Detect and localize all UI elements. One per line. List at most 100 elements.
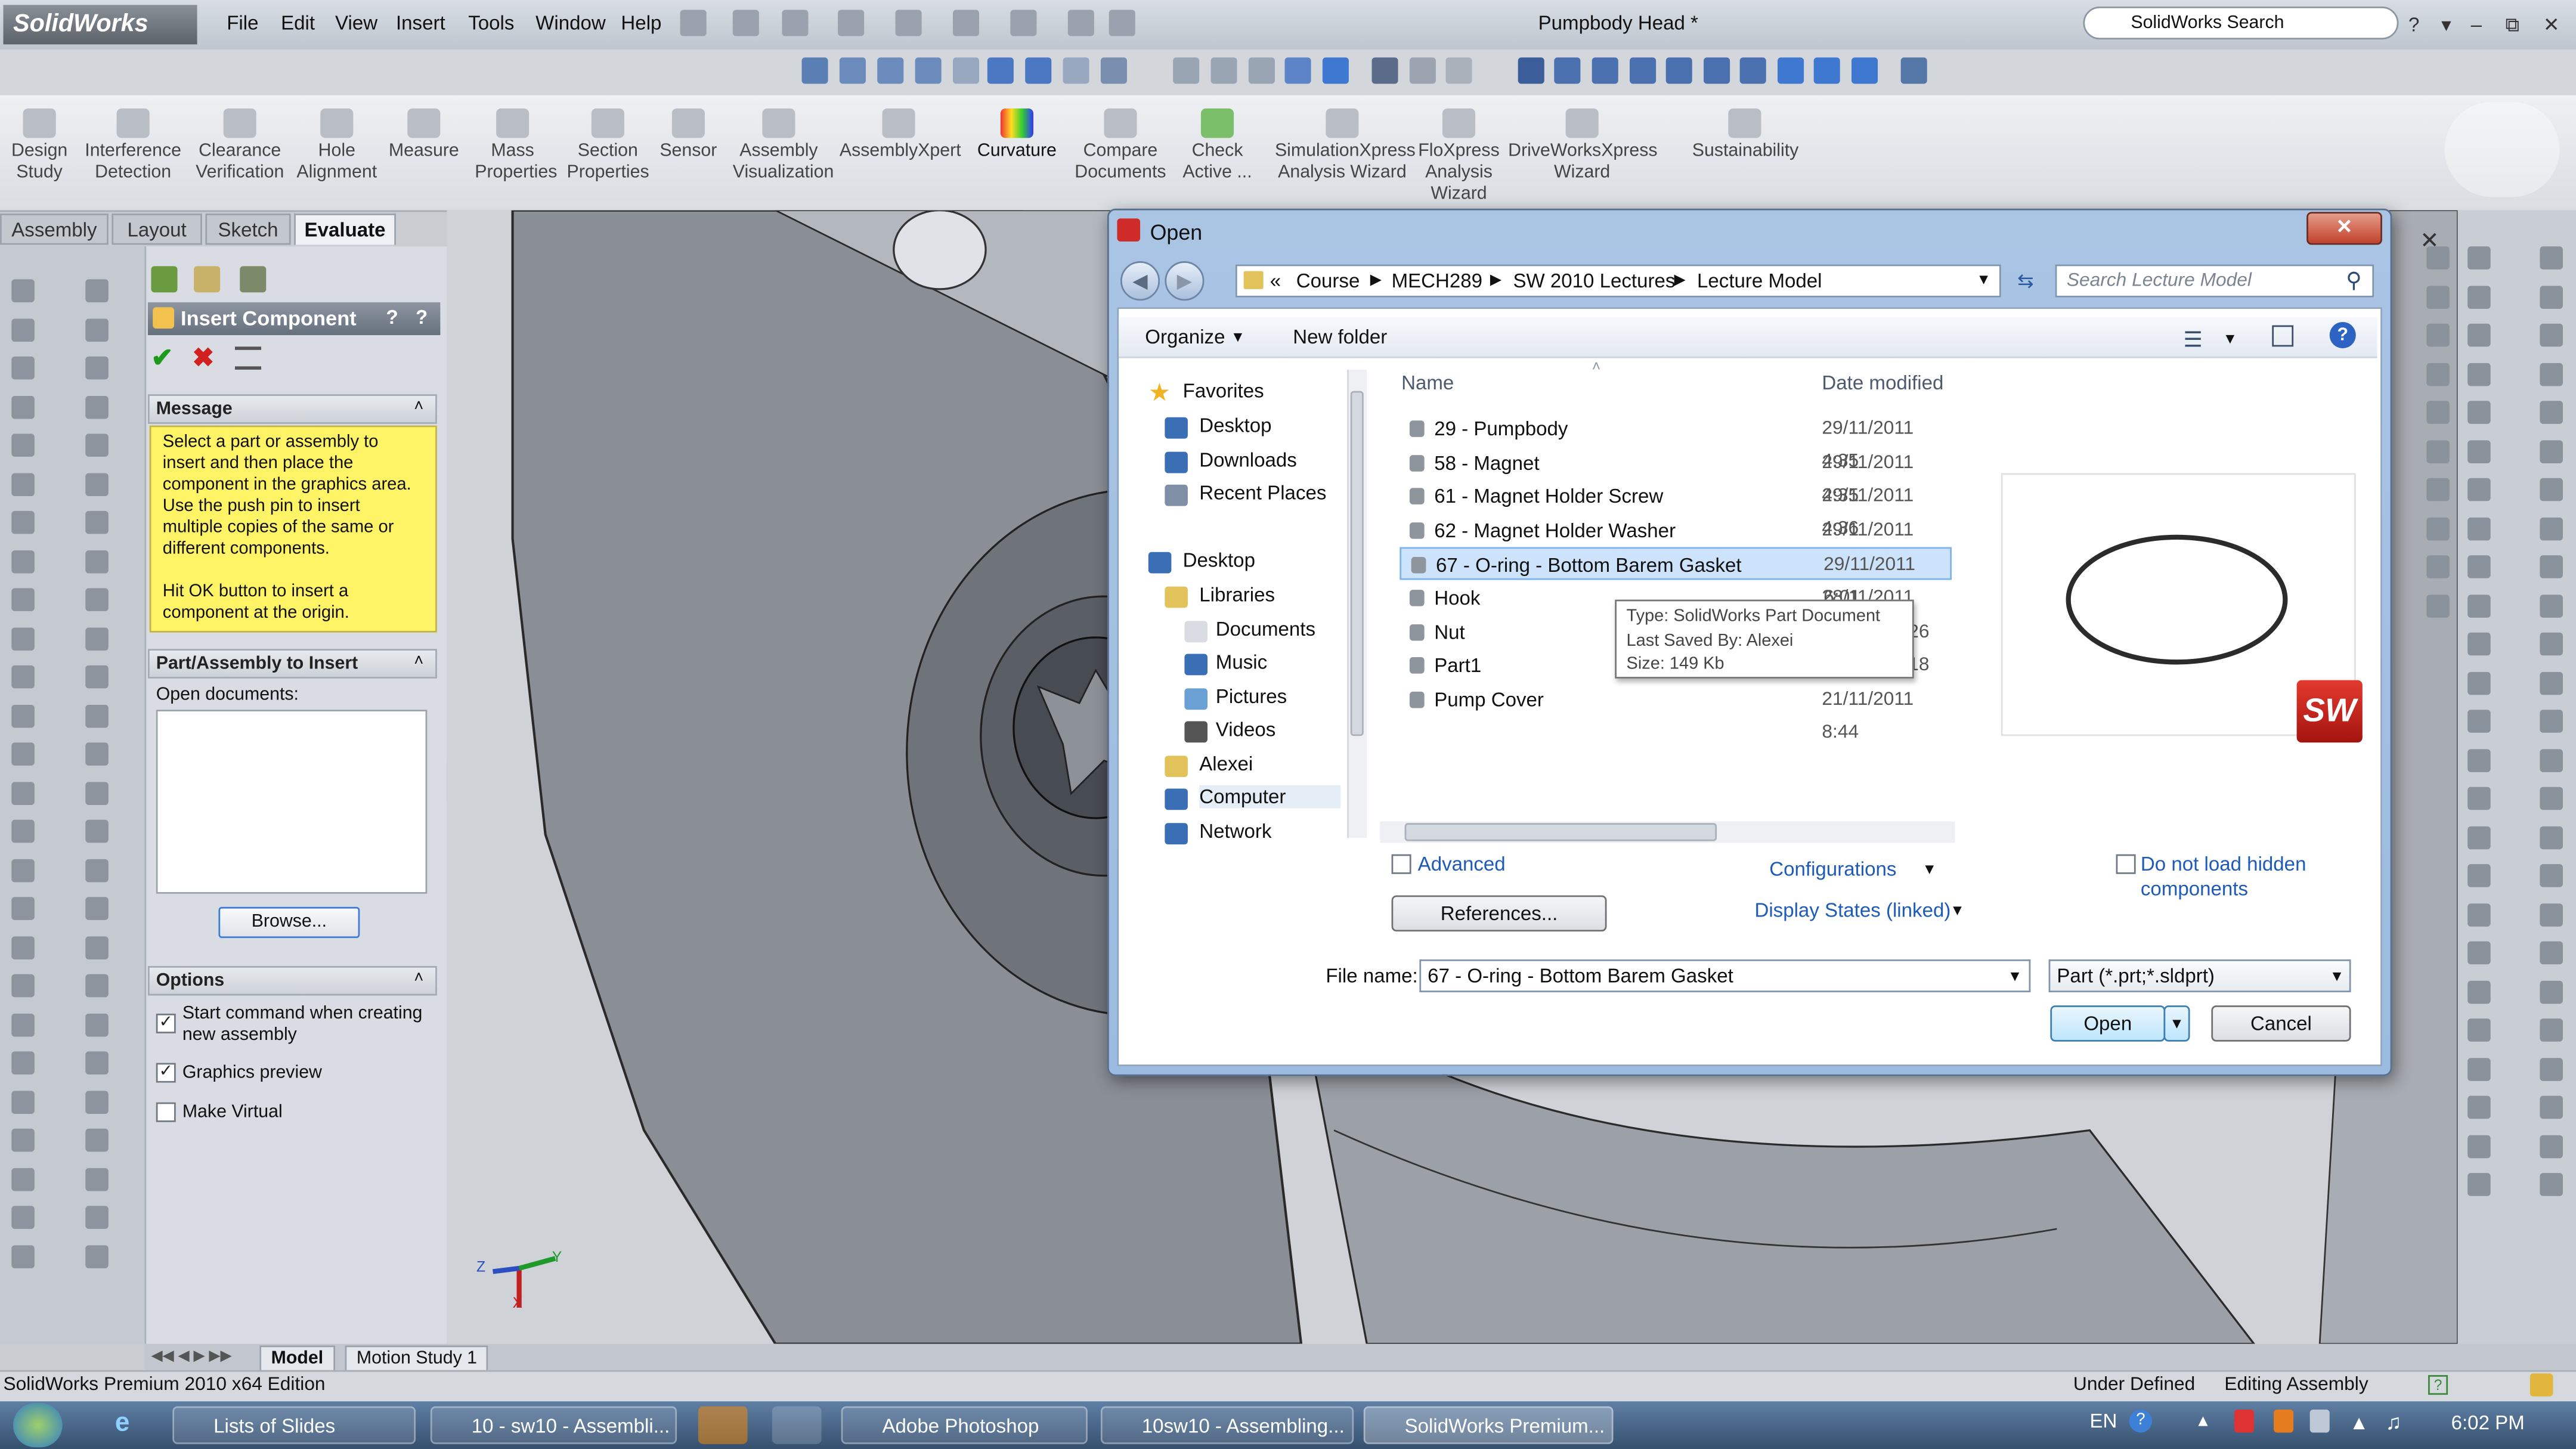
nav-item-desktop[interactable]: Desktop	[1199, 414, 1271, 437]
breadcrumb-course[interactable]: Course	[1296, 270, 1360, 293]
language-indicator[interactable]: EN	[2089, 1410, 2117, 1433]
column-header-name[interactable]: Name	[1401, 371, 1454, 395]
sketch-tool-icon[interactable]	[2467, 632, 2491, 656]
feature-manager-icon[interactable]	[151, 266, 178, 293]
ok-check-icon[interactable]: ✔	[151, 342, 173, 374]
pan-icon[interactable]	[1025, 57, 1052, 84]
new-document-icon[interactable]	[732, 10, 759, 36]
preview-pane-icon[interactable]	[2272, 325, 2294, 347]
tool-icon[interactable]	[11, 665, 35, 689]
minimize-icon[interactable]: –	[2471, 13, 2482, 36]
sketch-tool-icon[interactable]	[2467, 1173, 2491, 1196]
chevron-down-icon[interactable]: ▼	[1922, 861, 1937, 878]
cancel-x-icon[interactable]: ✖	[192, 342, 214, 374]
wireframe-icon[interactable]	[1173, 57, 1200, 84]
breadcrumb-separator-icon[interactable]: ▶	[1674, 271, 1685, 289]
task-pane-icon[interactable]	[2540, 1095, 2563, 1119]
tool-icon[interactable]	[85, 819, 109, 843]
file-row[interactable]: Pump Cover 21/11/2011 8:44	[1400, 683, 1952, 742]
volume-icon[interactable]: ♫	[2385, 1410, 2401, 1434]
assembly-visualization-button[interactable]: Assembly Visualization	[733, 102, 834, 184]
dialog-close-button[interactable]: ✕	[2306, 212, 2382, 245]
tray-app-icon[interactable]	[2274, 1409, 2294, 1433]
undo-icon[interactable]	[952, 10, 980, 36]
floxpress-button[interactable]: FloXpress Analysis Wizard	[1416, 102, 1501, 206]
sketch-tool-icon[interactable]	[2467, 555, 2491, 578]
push-pin-icon[interactable]	[234, 346, 262, 370]
tool-icon[interactable]	[85, 858, 109, 882]
task-pane-icon[interactable]	[2540, 632, 2563, 656]
tab-scroll-arrows-icon[interactable]: ◀◀ ◀ ▶ ▶▶	[151, 1347, 231, 1365]
view-orientation-icon[interactable]	[1100, 57, 1127, 84]
do-not-load-hidden-label[interactable]: Do not load hidden components	[2141, 853, 2338, 902]
breadcrumb-overflow[interactable]: «	[1270, 270, 1281, 293]
left-view-icon[interactable]	[1630, 57, 1657, 84]
task-pane-icon[interactable]	[2540, 516, 2563, 540]
collapse-icon[interactable]: ˄	[414, 398, 423, 416]
show-hidden-icons-icon[interactable]: ▲	[2195, 1413, 2211, 1431]
message-section-header[interactable]: Message	[147, 394, 437, 424]
nav-item-favorites[interactable]: Favorites	[1183, 379, 1264, 402]
zoom-in-out-icon[interactable]	[915, 57, 942, 84]
right-view-icon[interactable]	[1665, 57, 1692, 84]
nav-item-recent-places[interactable]: Recent Places	[1199, 481, 1326, 504]
search-lecture-model-input[interactable]: Search Lecture Model	[2055, 264, 2374, 298]
breadcrumb-separator-icon[interactable]: ▶	[1370, 271, 1382, 289]
dimetric-view-icon[interactable]	[1851, 57, 1878, 84]
chevron-down-icon[interactable]: ▼	[1976, 271, 1991, 288]
network-signal-icon[interactable]: ▲	[2349, 1411, 2369, 1435]
configurations-label[interactable]: Configurations	[1769, 857, 1896, 881]
tab-layout[interactable]: Layout	[112, 213, 202, 245]
normal-to-icon[interactable]	[1518, 57, 1544, 84]
tool-icon[interactable]	[85, 1128, 109, 1152]
zoom-to-fit-icon[interactable]	[839, 57, 866, 84]
task-pane-icon[interactable]	[2426, 285, 2450, 308]
top-view-icon[interactable]	[1704, 57, 1730, 84]
task-pane-icon[interactable]	[2540, 787, 2563, 810]
task-pane-icon[interactable]	[2540, 1134, 2563, 1157]
hidden-lines-removed-icon[interactable]	[1248, 57, 1275, 84]
sketch-tool-icon[interactable]	[2467, 902, 2491, 926]
task-pane-icon[interactable]	[2540, 748, 2563, 772]
configuration-manager-icon[interactable]	[240, 266, 267, 293]
tool-icon[interactable]	[11, 1244, 35, 1268]
task-pane-icon[interactable]	[2540, 902, 2563, 926]
sketch-tool-icon[interactable]	[2467, 362, 2491, 386]
tool-icon[interactable]	[11, 472, 35, 496]
breadcrumb-mech289[interactable]: MECH289	[1392, 270, 1483, 293]
tool-icon[interactable]	[11, 627, 35, 650]
task-pane-icon[interactable]	[2540, 1173, 2563, 1196]
sketch-tool-icon[interactable]	[2467, 980, 2491, 1003]
tool-icon[interactable]	[85, 395, 109, 419]
assemblyxpert-button[interactable]: AssemblyXpert	[840, 102, 961, 163]
task-pane-icon[interactable]	[2426, 439, 2450, 463]
tool-icon[interactable]	[11, 318, 35, 341]
shadows-icon[interactable]	[1371, 57, 1398, 84]
sketch-tool-icon[interactable]	[2467, 1134, 2491, 1157]
tool-icon[interactable]	[11, 819, 35, 843]
task-pane-icon[interactable]	[2540, 1018, 2563, 1042]
tool-icon[interactable]	[11, 356, 35, 380]
front-view-icon[interactable]	[1554, 57, 1581, 84]
task-pane-icon[interactable]	[2426, 362, 2450, 386]
tool-icon[interactable]	[85, 279, 109, 302]
nav-item-desktop[interactable]: Desktop	[1183, 549, 1255, 572]
file-name-input[interactable]: 67 - O-ring - Bottom Barem Gasket	[1419, 959, 2031, 993]
solidworks-search-input[interactable]: SolidWorks Search	[2083, 7, 2399, 40]
task-pane-icon[interactable]	[2540, 246, 2563, 270]
graphics-preview-checkbox[interactable]: ✓	[156, 1063, 176, 1083]
chevron-down-icon[interactable]: ▼	[1950, 902, 1965, 919]
tool-icon[interactable]	[85, 472, 109, 496]
sketch-tool-icon[interactable]	[2467, 941, 2491, 965]
sketch-tool-icon[interactable]	[2467, 593, 2491, 617]
open-documents-list[interactable]	[156, 710, 428, 894]
tool-icon[interactable]	[11, 858, 35, 882]
chevron-down-icon[interactable]: ▼	[2008, 968, 2023, 984]
sketch-tool-icon[interactable]	[2467, 671, 2491, 695]
tool-icon[interactable]	[85, 549, 109, 573]
help-icon[interactable]: ?	[2428, 1375, 2448, 1395]
taskbar-10sw10-assembling[interactable]: 10sw10 - Assembling...	[1100, 1406, 1354, 1444]
section-view-icon[interactable]	[1409, 57, 1436, 84]
view-selector-icon[interactable]	[1900, 57, 1927, 84]
isometric-view-icon[interactable]	[1778, 57, 1804, 84]
